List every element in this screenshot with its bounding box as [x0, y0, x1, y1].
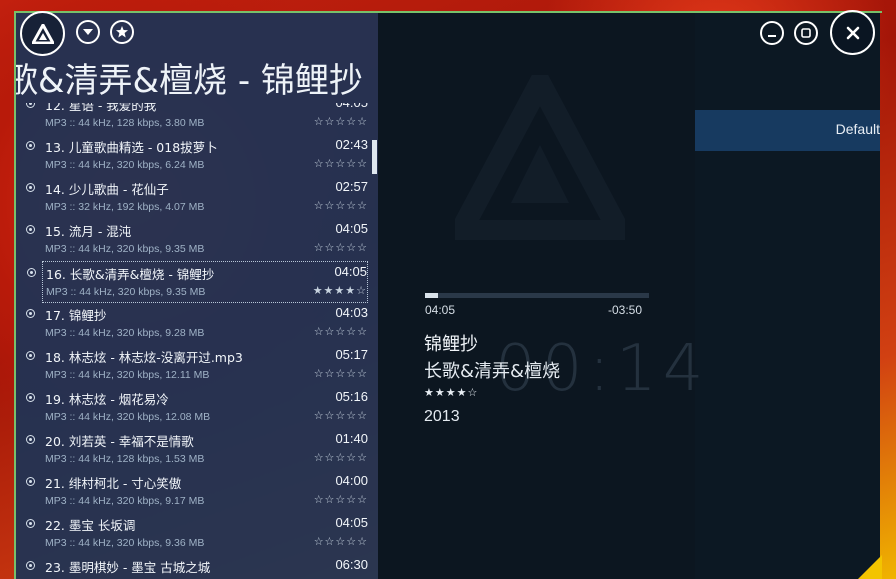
track-rating[interactable]: ☆☆☆☆☆: [314, 157, 368, 170]
track-bullet-icon: [26, 351, 35, 360]
track-row[interactable]: 22. 墨宝 长坂调 04:05MP3 :: 44 kHz, 320 kbps, …: [26, 513, 368, 555]
track-row[interactable]: 20. 刘若英 - 幸福不是情歌 01:40MP3 :: 44 kHz, 128 …: [26, 429, 368, 471]
track-title: 20. 刘若英 - 幸福不是情歌: [45, 434, 194, 449]
track-row[interactable]: 21. 绯村柯北 - 寸心笑傲 04:00MP3 :: 44 kHz, 320 k…: [26, 471, 368, 513]
track-meta: MP3 :: 44 kHz, 320 kbps, 12.11 MB: [45, 369, 210, 381]
track-meta: MP3 :: 44 kHz, 320 kbps, 9.35 MB: [46, 286, 206, 298]
track-duration: 04:05: [335, 515, 368, 530]
track-duration: 04:00: [335, 473, 368, 488]
track-duration: 06:30: [335, 557, 368, 572]
track-bullet-icon: [27, 268, 36, 277]
track-row[interactable]: 16. 长歌&清弄&檀烧 - 锦鲤抄 04:05MP3 :: 44 kHz, 32…: [27, 261, 368, 303]
track-meta: MP3 :: 44 kHz, 128 kbps, 3.80 MB: [45, 117, 205, 129]
main-menu-button[interactable]: [20, 11, 65, 56]
now-playing-title-marquee: 歌&清弄&檀烧 - 锦鲤抄: [16, 61, 363, 99]
track-row[interactable]: 12. 星语 - 我爱的我 04:05MP3 :: 44 kHz, 128 kbp…: [26, 103, 368, 135]
track-row[interactable]: 19. 林志炫 - 烟花易冷 05:16MP3 :: 44 kHz, 320 kb…: [26, 387, 368, 429]
maximize-button[interactable]: [794, 21, 818, 45]
song-artist: 长歌&清弄&檀烧: [424, 361, 561, 382]
close-button[interactable]: [830, 10, 875, 55]
track-row[interactable]: 18. 林志炫 - 林志炫-没离开过.mp3 05:17MP3 :: 44 kHz…: [26, 345, 368, 387]
track-title: 21. 绯村柯北 - 寸心笑傲: [45, 476, 182, 491]
track-rating[interactable]: ☆☆☆☆☆: [314, 535, 368, 548]
seek-bar-fill: [425, 293, 438, 298]
track-title: 13. 儿童歌曲精选 - 018拔萝卜: [45, 140, 218, 155]
track-bullet-icon: [26, 225, 35, 234]
minimize-icon: [768, 35, 776, 37]
track-row[interactable]: 13. 儿童歌曲精选 - 018拔萝卜 02:43MP3 :: 44 kHz, 3…: [26, 135, 368, 177]
track-title: 18. 林志炫 - 林志炫-没离开过.mp3: [45, 350, 243, 365]
track-row[interactable]: 14. 少儿歌曲 - 花仙子 02:57MP3 :: 32 kHz, 192 kb…: [26, 177, 368, 219]
track-duration: 02:43: [335, 137, 368, 152]
track-bullet-icon: [26, 183, 35, 192]
track-rating[interactable]: ☆☆☆☆☆: [314, 409, 368, 422]
resize-corner[interactable]: [858, 555, 882, 579]
track-meta: MP3 :: 44 kHz, 320 kbps, 9.36 MB: [45, 537, 205, 549]
track-title: 17. 锦鲤抄: [45, 308, 107, 323]
favorite-button[interactable]: [110, 20, 134, 44]
track-rating[interactable]: ★★★★☆: [313, 284, 367, 297]
track-rating[interactable]: ☆☆☆☆☆: [314, 115, 368, 128]
track-bullet-icon: [26, 141, 35, 150]
track-meta: MP3 :: 44 kHz, 320 kbps, 9.35 MB: [45, 243, 205, 255]
track-list[interactable]: 12. 星语 - 我爱的我04:05MP3 :: 44 kHz, 128 kbp…: [16, 103, 378, 579]
preset-bar[interactable]: Default: [695, 110, 880, 151]
playlist-scrollbar[interactable]: [372, 140, 377, 174]
song-rating[interactable]: ★★★★☆: [424, 386, 478, 399]
preset-label: Default: [835, 121, 880, 137]
track-meta: MP3 :: 44 kHz, 320 kbps, 6.24 MB: [45, 159, 205, 171]
track-title: 16. 长歌&清弄&檀烧 - 锦鲤抄: [46, 267, 215, 282]
track-rating[interactable]: ☆☆☆☆☆: [314, 199, 368, 212]
minimize-button[interactable]: [760, 21, 784, 45]
track-bullet-icon: [26, 309, 35, 318]
track-title: 22. 墨宝 长坂调: [45, 518, 136, 533]
track-meta: MP3 :: 44 kHz, 320 kbps, 9.17 MB: [45, 495, 205, 507]
song-year: 2013: [424, 408, 460, 425]
track-title: 23. 墨明棋妙 - 墨宝 古城之城: [45, 560, 211, 575]
track-rating[interactable]: ☆☆☆☆☆: [314, 367, 368, 380]
track-duration: 04:05: [335, 221, 368, 236]
dropdown-button[interactable]: [76, 20, 100, 44]
elapsed-time: 04:05: [425, 303, 456, 317]
star-icon: [116, 26, 128, 38]
seek-bar[interactable]: [425, 293, 649, 298]
track-title: 12. 星语 - 我爱的我: [45, 103, 157, 113]
title-marquee: 歌&清弄&檀烧 - 锦鲤抄: [16, 49, 378, 99]
track-row[interactable]: 23. 墨明棋妙 - 墨宝 古城之城 06:30: [26, 555, 368, 579]
track-title: 15. 流月 - 混沌: [45, 224, 132, 239]
track-duration: 04:03: [335, 305, 368, 320]
track-row[interactable]: 17. 锦鲤抄 04:03MP3 :: 44 kHz, 320 kbps, 9.2…: [26, 303, 368, 345]
maximize-icon: [801, 28, 811, 38]
remaining-time: -03:50: [608, 303, 643, 317]
track-duration: 05:16: [335, 389, 368, 404]
track-duration: 04:05: [334, 264, 367, 279]
album-art-placeholder-icon: [455, 75, 625, 240]
track-meta: MP3 :: 32 kHz, 192 kbps, 4.07 MB: [45, 201, 205, 213]
track-bullet-icon: [26, 435, 35, 444]
track-meta: MP3 :: 44 kHz, 320 kbps, 9.28 MB: [45, 327, 205, 339]
song-title: 锦鲤抄: [424, 334, 478, 355]
close-icon: [846, 26, 859, 39]
track-meta: MP3 :: 44 kHz, 128 kbps, 1.53 MB: [45, 453, 205, 465]
track-bullet-icon: [26, 103, 35, 108]
track-rating[interactable]: ☆☆☆☆☆: [314, 451, 368, 464]
track-row[interactable]: 15. 流月 - 混沌 04:05MP3 :: 44 kHz, 320 kbps,…: [26, 219, 368, 261]
track-duration: 04:05: [335, 103, 368, 110]
track-duration: 01:40: [335, 431, 368, 446]
track-bullet-icon: [26, 561, 35, 570]
track-meta: MP3 :: 44 kHz, 320 kbps, 12.08 MB: [45, 411, 211, 423]
track-duration: 02:57: [335, 179, 368, 194]
track-bullet-icon: [26, 519, 35, 528]
track-rating[interactable]: ☆☆☆☆☆: [314, 241, 368, 254]
track-rating[interactable]: ☆☆☆☆☆: [314, 493, 368, 506]
track-bullet-icon: [26, 477, 35, 486]
track-title: 19. 林志炫 - 烟花易冷: [45, 392, 169, 407]
track-rating[interactable]: ☆☆☆☆☆: [314, 325, 368, 338]
right-panel: [695, 13, 880, 579]
track-bullet-icon: [26, 393, 35, 402]
track-title: 14. 少儿歌曲 - 花仙子: [45, 182, 169, 197]
aimp-logo-icon: [31, 23, 54, 44]
track-duration: 05:17: [335, 347, 368, 362]
chevron-down-icon: [83, 29, 93, 35]
